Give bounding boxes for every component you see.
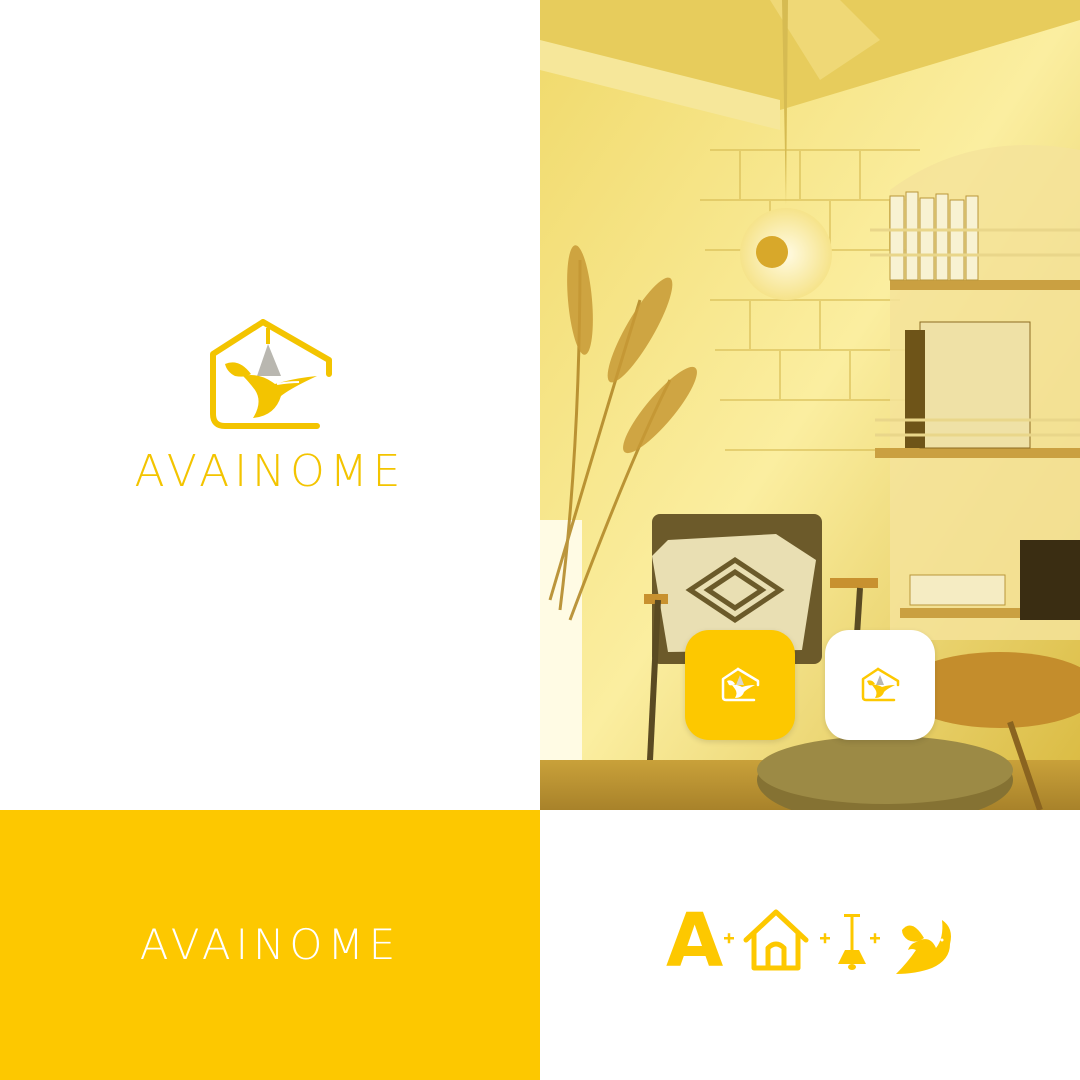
house-hummingbird-lamp-icon <box>721 667 760 702</box>
brand-wordmark-white: AVAINOME <box>139 920 401 969</box>
app-icon-white <box>825 630 935 740</box>
house-icon <box>743 909 809 971</box>
app-icon-yellow <box>685 630 795 740</box>
plus-icon <box>870 933 880 944</box>
house-hummingbird-lamp-icon <box>210 319 332 429</box>
brand-wordmark: AVAINOME <box>134 446 406 497</box>
plus-icon <box>820 933 830 944</box>
house-hummingbird-lamp-icon <box>861 667 900 702</box>
pendant-lamp-icon <box>838 914 866 970</box>
photo-of-cozy-interior <box>540 0 1080 810</box>
logo-concept: A <box>540 810 1080 1080</box>
plus-icon <box>724 933 734 944</box>
concept-parts <box>724 909 951 974</box>
bird-icon <box>896 920 951 974</box>
yellow-band: AVAINOME <box>0 810 540 1080</box>
logo-panel: AVAINOME <box>0 0 540 810</box>
interior-photo <box>540 0 1080 810</box>
